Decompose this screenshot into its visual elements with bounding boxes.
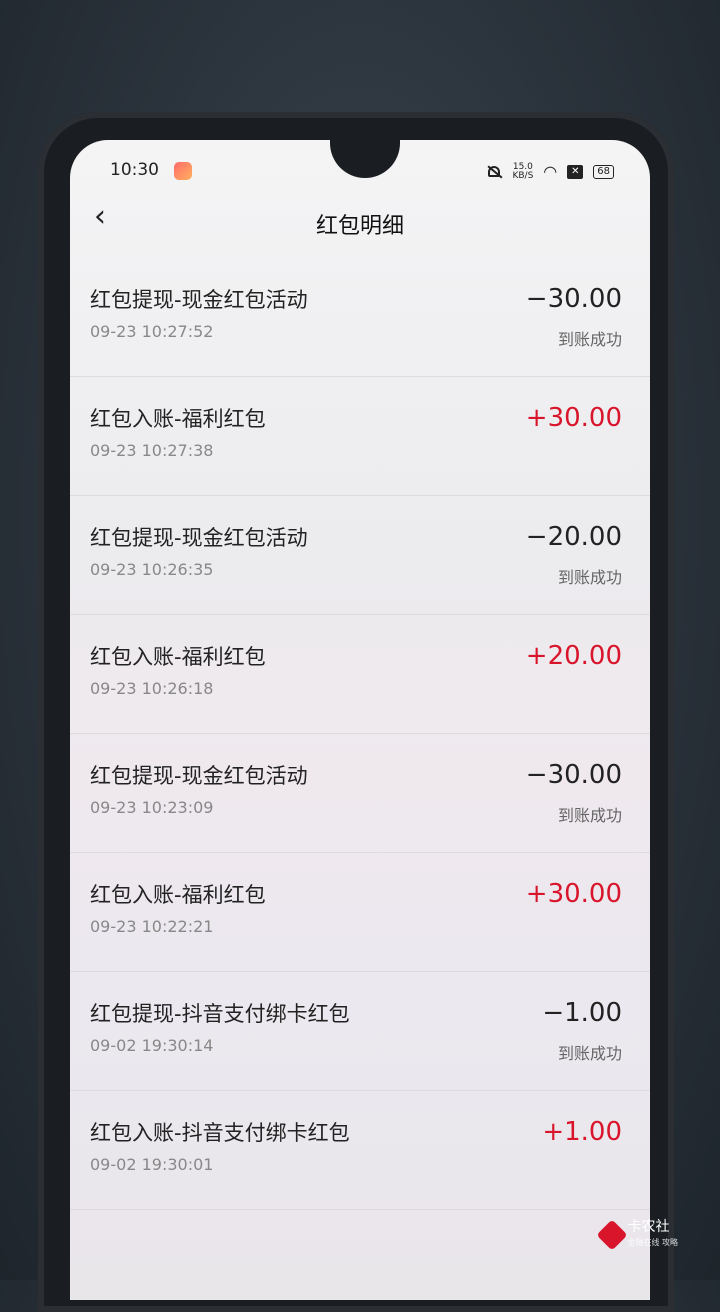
status-time: 10:30 bbox=[110, 160, 159, 180]
record-title: 红包入账-福利红包 bbox=[90, 407, 266, 431]
record-amount: −1.00 bbox=[542, 998, 622, 1028]
record-amount: +20.00 bbox=[525, 641, 622, 671]
status-icons: 15.0 KB/S ◠ ✕ 68 bbox=[486, 162, 614, 181]
list-item[interactable]: 红包入账-福利红包 09-23 10:27:38 +30.00 bbox=[70, 377, 650, 496]
record-title: 红包提现-现金红包活动 bbox=[90, 764, 308, 788]
list-item[interactable]: 红包入账-福利红包 09-23 10:22:21 +30.00 bbox=[70, 853, 650, 972]
record-title: 红包入账-抖音支付绑卡红包 bbox=[90, 1121, 350, 1145]
list-item[interactable]: 红包提现-抖音支付绑卡红包 09-02 19:30:14 −1.00 到账成功 bbox=[70, 972, 650, 1091]
record-time: 09-23 10:26:35 bbox=[90, 560, 214, 579]
record-amount: +1.00 bbox=[542, 1117, 622, 1147]
record-amount: −30.00 bbox=[525, 760, 622, 790]
app-notification-icon bbox=[174, 162, 192, 180]
record-status: 到账成功 bbox=[557, 568, 622, 587]
list-item[interactable]: 红包入账-福利红包 09-23 10:26:18 +20.00 bbox=[70, 615, 650, 734]
record-time: 09-23 10:27:52 bbox=[90, 322, 214, 341]
record-status: 到账成功 bbox=[557, 806, 622, 825]
record-amount: −30.00 bbox=[525, 284, 622, 314]
record-title: 红包入账-福利红包 bbox=[90, 645, 266, 669]
battery-icon: 68 bbox=[593, 164, 614, 179]
record-amount: +30.00 bbox=[525, 879, 622, 909]
record-title: 红包提现-抖音支付绑卡红包 bbox=[90, 1002, 350, 1026]
record-time: 09-23 10:23:09 bbox=[90, 798, 214, 817]
record-time: 09-23 10:27:38 bbox=[90, 441, 214, 460]
wifi-icon: ◠ bbox=[543, 162, 558, 181]
sim-off-icon: ✕ bbox=[567, 164, 584, 179]
status-bar: 10:30 15.0 KB/S ◠ ✕ 68 bbox=[70, 158, 650, 184]
record-time: 09-02 19:30:14 bbox=[90, 1036, 214, 1055]
record-status: 到账成功 bbox=[557, 330, 622, 349]
list-item[interactable]: 红包提现-现金红包活动 09-23 10:23:09 −30.00 到账成功 bbox=[70, 734, 650, 853]
mute-bell-icon bbox=[486, 164, 502, 180]
list-item[interactable]: 红包提现-现金红包活动 09-23 10:27:52 −30.00 到账成功 bbox=[70, 258, 650, 377]
record-time: 09-23 10:26:18 bbox=[90, 679, 214, 698]
record-time: 09-02 19:30:01 bbox=[90, 1155, 214, 1174]
list-item[interactable]: 红包入账-抖音支付绑卡红包 09-02 19:30:01 +1.00 bbox=[70, 1091, 650, 1210]
record-status: 到账成功 bbox=[557, 1044, 622, 1063]
page-title: 红包明细 bbox=[315, 214, 404, 239]
app-screen: 10:30 15.0 KB/S ◠ ✕ 68 ‹ 红包明细 红包提现-现金红包活… bbox=[70, 140, 650, 1300]
record-title: 红包提现-现金红包活动 bbox=[90, 288, 308, 312]
record-title: 红包入账-福利红包 bbox=[90, 883, 266, 907]
record-time: 09-23 10:22:21 bbox=[90, 917, 214, 936]
network-speed: 15.0 KB/S bbox=[512, 161, 534, 181]
watermark-logo-icon bbox=[596, 1219, 629, 1251]
record-list: 红包提现-现金红包活动 09-23 10:27:52 −30.00 到账成功 红包入账-… bbox=[70, 258, 650, 1210]
record-title: 红包提现-现金红包活动 bbox=[90, 526, 308, 550]
list-item[interactable]: 红包提现-现金红包活动 09-23 10:26:35 −20.00 到账成功 bbox=[70, 496, 650, 615]
watermark: 卡农社 金融在线 攻略 bbox=[596, 1219, 678, 1251]
record-amount: +30.00 bbox=[525, 403, 622, 433]
record-amount: −20.00 bbox=[525, 522, 622, 552]
nav-bar: ‹ 红包明细 bbox=[70, 198, 650, 244]
